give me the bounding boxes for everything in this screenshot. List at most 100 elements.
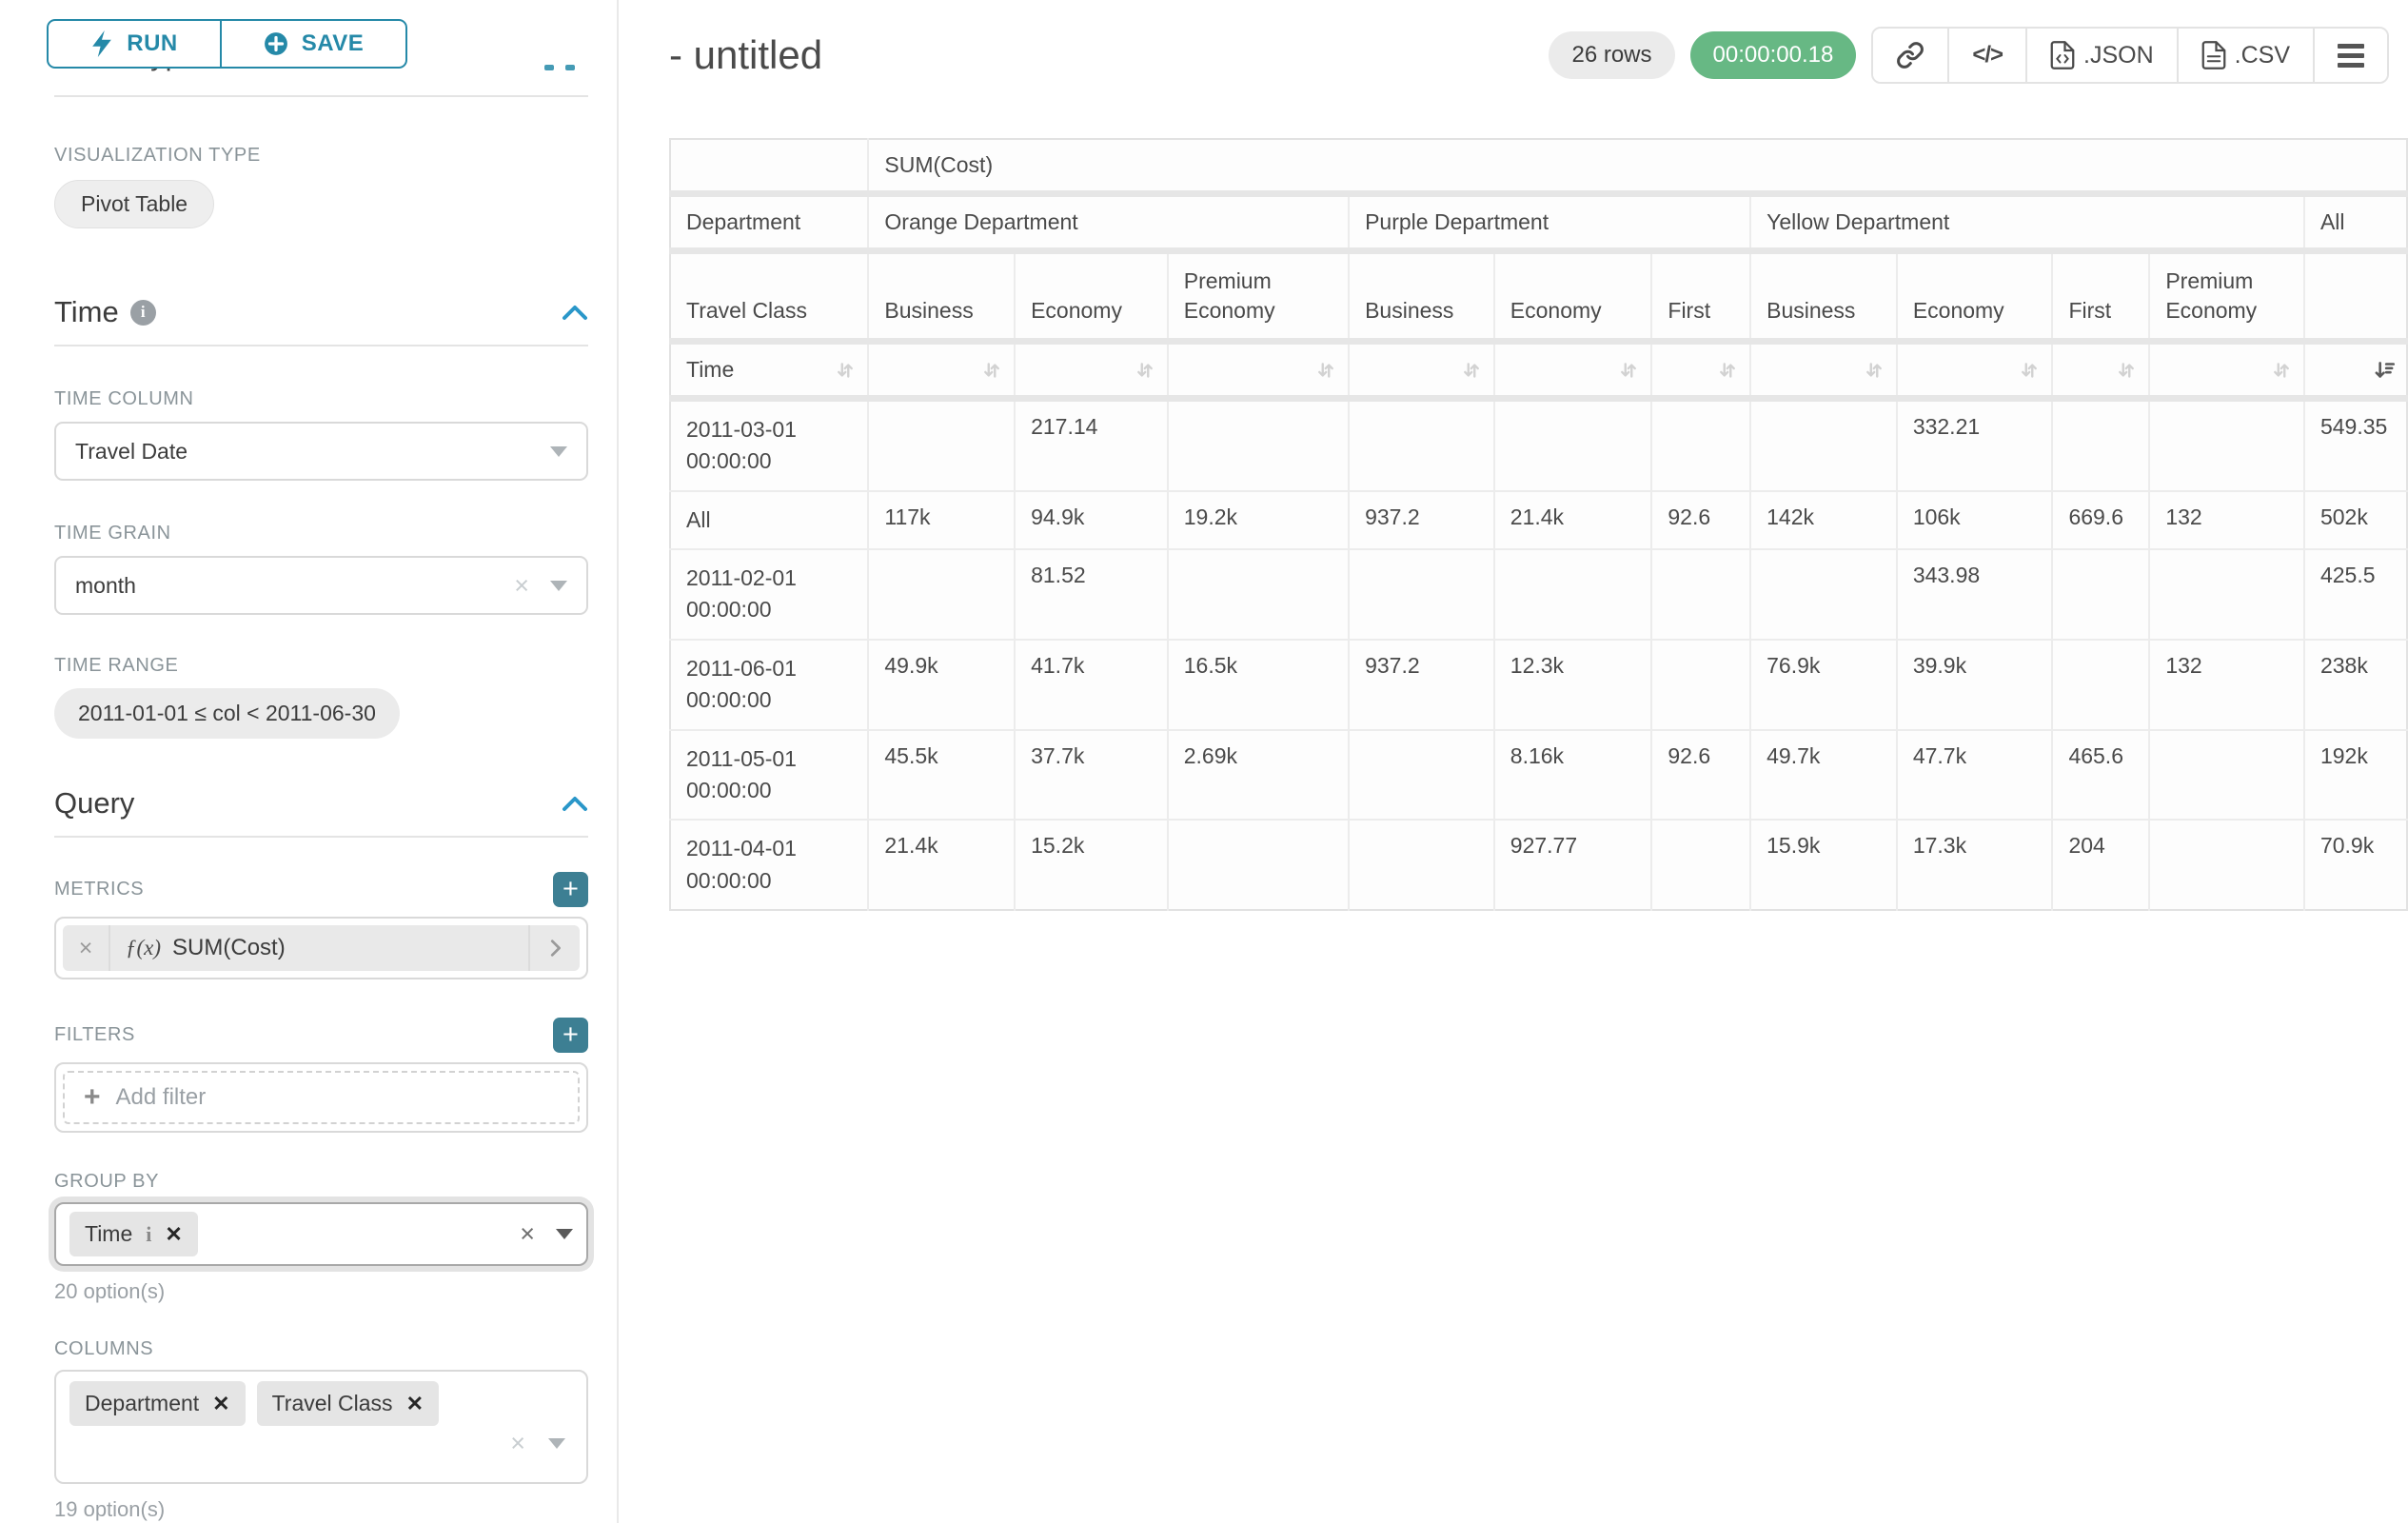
share-link-button[interactable] bbox=[1873, 29, 1947, 82]
sort-column-button[interactable] bbox=[1494, 342, 1652, 399]
remove-chip-icon[interactable]: ✕ bbox=[212, 1394, 229, 1414]
remove-chip-icon[interactable]: ✕ bbox=[406, 1394, 424, 1414]
columns-chip-department[interactable]: Department ✕ bbox=[69, 1381, 246, 1426]
group-by-select[interactable]: Time i ✕ × bbox=[54, 1202, 588, 1266]
value-cell bbox=[1651, 820, 1750, 910]
value-cell: 17.3k bbox=[1897, 820, 2053, 910]
file-text-icon bbox=[2201, 41, 2226, 69]
value-cell: 937.2 bbox=[1349, 491, 1494, 549]
travel-class-cell: Economy bbox=[1897, 251, 2053, 342]
chart-header: - untitled 26 rows 00:00:00.18 </> .JSON bbox=[669, 27, 2389, 84]
value-cell: 92.6 bbox=[1651, 491, 1750, 549]
value-cell bbox=[2149, 820, 2304, 910]
chart-title[interactable]: - untitled bbox=[669, 32, 822, 78]
row-label-cell: 2011-02-01 00:00:00 bbox=[670, 549, 868, 640]
embed-code-button[interactable]: </> bbox=[1947, 29, 2025, 82]
filters-label: FILTERS bbox=[54, 1024, 135, 1046]
run-save-button-group: RUN SAVE bbox=[47, 19, 407, 69]
value-cell: 70.9k bbox=[2304, 820, 2407, 910]
panel-resize-handle[interactable] bbox=[544, 65, 575, 70]
table-row: 2011-05-01 00:00:0045.5k37.7k2.69k8.16k9… bbox=[670, 730, 2407, 821]
sort-column-button[interactable] bbox=[1349, 342, 1494, 399]
group-by-label: GROUP BY bbox=[54, 1171, 588, 1193]
travel-class-cell: Business bbox=[1750, 251, 1897, 342]
run-button[interactable]: RUN bbox=[47, 19, 221, 69]
add-filter-dropzone[interactable]: + Add filter bbox=[63, 1071, 580, 1124]
value-cell: 132 bbox=[2149, 491, 2304, 549]
sort-column-button[interactable] bbox=[2304, 342, 2407, 399]
sort-column-button[interactable] bbox=[1897, 342, 2053, 399]
travel-class-header-row: Travel ClassBusinessEconomyPremium Econo… bbox=[670, 251, 2407, 342]
metric-chip[interactable]: × ƒ(x) SUM(Cost) bbox=[63, 925, 580, 971]
value-cell: 927.77 bbox=[1494, 820, 1652, 910]
menu-button[interactable] bbox=[2313, 29, 2387, 82]
columns-options-hint: 19 option(s) bbox=[54, 1497, 588, 1522]
value-cell bbox=[2149, 399, 2304, 491]
value-cell: 15.9k bbox=[1750, 820, 1897, 910]
export-csv-button[interactable]: .CSV bbox=[2177, 29, 2313, 82]
time-column-select[interactable]: Travel Date bbox=[54, 422, 588, 481]
value-cell: 81.52 bbox=[1015, 549, 1168, 640]
group-by-chip-time[interactable]: Time i ✕ bbox=[69, 1212, 198, 1256]
chevron-down-icon bbox=[550, 581, 567, 591]
time-range-pill[interactable]: 2011-01-01 ≤ col < 2011-06-30 bbox=[54, 688, 400, 739]
metrics-label: METRICS bbox=[54, 879, 144, 900]
clear-icon[interactable]: × bbox=[514, 573, 529, 599]
function-icon: ƒ(x) bbox=[126, 936, 161, 960]
remove-chip-icon[interactable]: ✕ bbox=[165, 1224, 182, 1245]
travel-class-cell: Business bbox=[1349, 251, 1494, 342]
sort-column-button[interactable] bbox=[1168, 342, 1349, 399]
clear-icon[interactable]: × bbox=[520, 1221, 535, 1247]
value-cell: 937.2 bbox=[1349, 640, 1494, 730]
columns-select[interactable]: Department ✕ Travel Class ✕ × bbox=[54, 1370, 588, 1484]
link-icon bbox=[1896, 41, 1924, 69]
travel-class-cell: Premium Economy bbox=[2149, 251, 2304, 342]
department-group-cell: Purple Department bbox=[1349, 194, 1750, 251]
value-cell: 238k bbox=[2304, 640, 2407, 730]
sort-column-button[interactable] bbox=[1750, 342, 1897, 399]
save-button[interactable]: SAVE bbox=[221, 19, 407, 69]
sort-arrows-icon bbox=[1616, 358, 1641, 383]
pivot-table-container: SUM(Cost)DepartmentOrange DepartmentPurp… bbox=[669, 138, 2408, 911]
sort-column-button[interactable] bbox=[2052, 342, 2149, 399]
chevron-up-icon[interactable] bbox=[562, 795, 588, 812]
run-button-label: RUN bbox=[127, 30, 178, 57]
visualization-type-pill[interactable]: Pivot Table bbox=[54, 180, 214, 228]
travel-class-cell: Economy bbox=[1015, 251, 1168, 342]
remove-metric-icon[interactable]: × bbox=[63, 925, 110, 971]
visualization-type-label: VISUALIZATION TYPE bbox=[54, 145, 588, 167]
sort-column-button[interactable] bbox=[2149, 342, 2304, 399]
value-cell: 49.9k bbox=[868, 640, 1015, 730]
sort-column-button[interactable] bbox=[1015, 342, 1168, 399]
clear-icon[interactable]: × bbox=[510, 1431, 525, 1456]
value-cell: 142k bbox=[1750, 491, 1897, 549]
value-cell bbox=[1651, 399, 1750, 491]
chevron-up-icon[interactable] bbox=[562, 304, 588, 321]
travel-class-label-cell: Travel Class bbox=[670, 251, 868, 342]
chevron-right-icon[interactable] bbox=[528, 925, 580, 971]
time-grain-select[interactable]: month × bbox=[54, 556, 588, 615]
value-cell bbox=[1494, 399, 1652, 491]
travel-class-cell bbox=[2304, 251, 2407, 342]
value-cell: 192k bbox=[2304, 730, 2407, 821]
add-filter-button[interactable]: + bbox=[553, 1018, 588, 1053]
time-row-header[interactable]: Time bbox=[670, 342, 868, 399]
time-section-header: Time i bbox=[54, 295, 588, 329]
row-count-badge: 26 rows bbox=[1549, 31, 1674, 79]
metric-header-cell: SUM(Cost) bbox=[868, 139, 2407, 194]
value-cell: 37.7k bbox=[1015, 730, 1168, 821]
time-section-title: Time bbox=[54, 295, 119, 329]
value-cell: 49.7k bbox=[1750, 730, 1897, 821]
export-json-button[interactable]: .JSON bbox=[2025, 29, 2177, 82]
value-cell: 2.69k bbox=[1168, 730, 1349, 821]
department-group-cell: Orange Department bbox=[868, 194, 1349, 251]
section-divider bbox=[54, 345, 588, 346]
sort-column-button[interactable] bbox=[1651, 342, 1750, 399]
lightning-icon bbox=[90, 30, 113, 57]
row-label-cell: All bbox=[670, 491, 868, 549]
sort-column-button[interactable] bbox=[868, 342, 1015, 399]
add-metric-button[interactable]: + bbox=[553, 872, 588, 907]
columns-chip-travel-class[interactable]: Travel Class ✕ bbox=[257, 1381, 439, 1426]
chip-label: Department bbox=[85, 1391, 199, 1416]
value-cell: 41.7k bbox=[1015, 640, 1168, 730]
